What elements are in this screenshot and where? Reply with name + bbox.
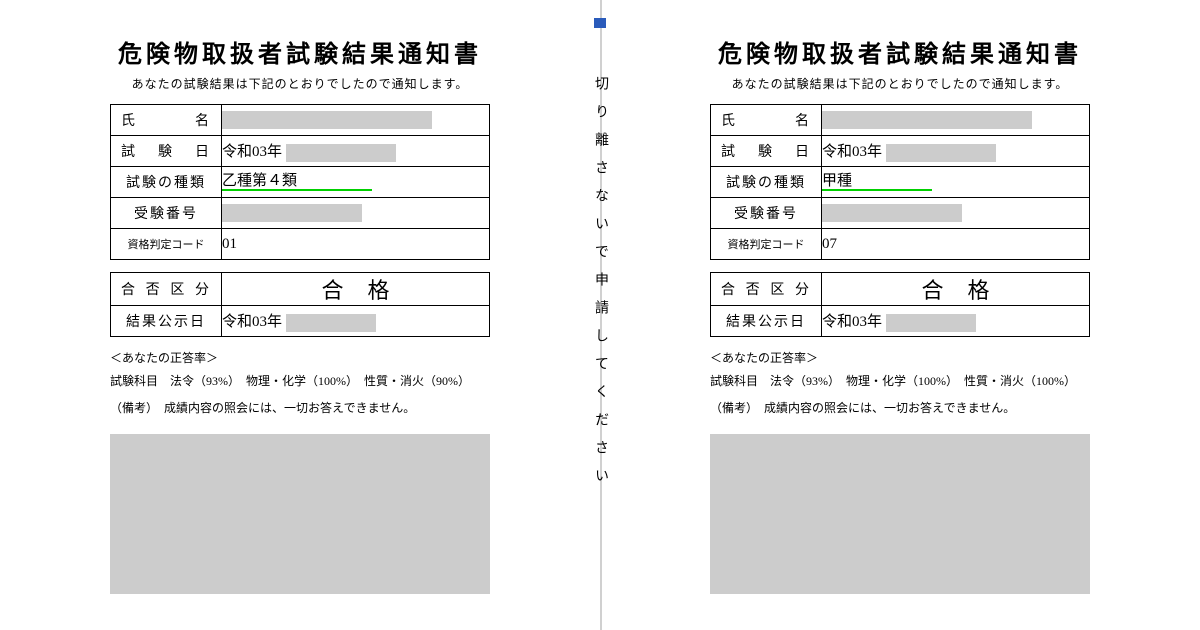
- score-line: 試験科目 法令（93%） 物理・化学（100%） 性質・消火（100%）: [710, 372, 1090, 389]
- exam-date-label: 試験日: [111, 136, 222, 167]
- exam-number-label: 受験番号: [711, 198, 822, 229]
- note-line: （備考） 成績内容の照会には、一切お答えできません。: [110, 399, 490, 416]
- qualification-code-value: 01: [222, 229, 490, 260]
- document-title: 危険物取扱者試験結果通知書: [110, 34, 490, 69]
- document-subtitle: あなたの試験結果は下記のとおりでしたので通知します。: [710, 75, 1090, 92]
- publish-date-value: 令和03年: [222, 306, 490, 337]
- name-label: 氏名: [111, 105, 222, 136]
- left-certificate: 危険物取扱者試験結果通知書 あなたの試験結果は下記のとおりでしたので通知します。…: [0, 0, 600, 630]
- page: 危険物取扱者試験結果通知書 あなたの試験結果は下記のとおりでしたので通知します。…: [0, 0, 1200, 630]
- info-table-1: 氏名 試験日 令和03年 試験の種類 乙種第４類 受験番号 資格判定コード: [110, 104, 490, 260]
- redacted-block: [110, 434, 490, 594]
- note-line: （備考） 成績内容の照会には、一切お答えできません。: [710, 399, 1090, 416]
- score-header: ＜あなたの正答率＞: [110, 349, 490, 366]
- exam-date-label: 試験日: [711, 136, 822, 167]
- exam-number-value: [822, 198, 1090, 229]
- document-title: 危険物取扱者試験結果通知書: [710, 34, 1090, 69]
- exam-date-value: 令和03年: [822, 136, 1090, 167]
- publish-date-label: 結果公示日: [111, 306, 222, 337]
- redacted-block: [710, 434, 1090, 594]
- name-label: 氏名: [711, 105, 822, 136]
- publish-date-label: 結果公示日: [711, 306, 822, 337]
- exam-type-label: 試験の種類: [711, 167, 822, 198]
- right-certificate: 危険物取扱者試験結果通知書 あなたの試験結果は下記のとおりでしたので通知します。…: [600, 0, 1200, 630]
- name-value: [822, 105, 1090, 136]
- score-line: 試験科目 法令（93%） 物理・化学（100%） 性質・消火（90%）: [110, 372, 490, 389]
- qualification-code-label: 資格判定コード: [711, 229, 822, 260]
- result-value: 合格: [222, 273, 490, 306]
- info-table-1: 氏名 試験日 令和03年 試験の種類 甲種 受験番号 資格判定コード: [710, 104, 1090, 260]
- info-table-2: 合否区分 合格 結果公示日 令和03年: [110, 272, 490, 337]
- exam-date-value: 令和03年: [222, 136, 490, 167]
- exam-type-label: 試験の種類: [111, 167, 222, 198]
- score-header: ＜あなたの正答率＞: [710, 349, 1090, 366]
- info-table-2: 合否区分 合格 結果公示日 令和03年: [710, 272, 1090, 337]
- exam-type-value: 甲種: [822, 167, 1090, 198]
- qualification-code-value: 07: [822, 229, 1090, 260]
- perforation-mark-icon: [594, 18, 606, 28]
- publish-date-value: 令和03年: [822, 306, 1090, 337]
- exam-number-value: [222, 198, 490, 229]
- document-subtitle: あなたの試験結果は下記のとおりでしたので通知します。: [110, 75, 490, 92]
- exam-number-label: 受験番号: [111, 198, 222, 229]
- qualification-code-label: 資格判定コード: [111, 229, 222, 260]
- perforation-instruction: 切り離さないで申請してください: [593, 76, 607, 496]
- name-value: [222, 105, 490, 136]
- exam-type-value: 乙種第４類: [222, 167, 490, 198]
- result-label: 合否区分: [711, 273, 822, 306]
- result-label: 合否区分: [111, 273, 222, 306]
- result-value: 合格: [822, 273, 1090, 306]
